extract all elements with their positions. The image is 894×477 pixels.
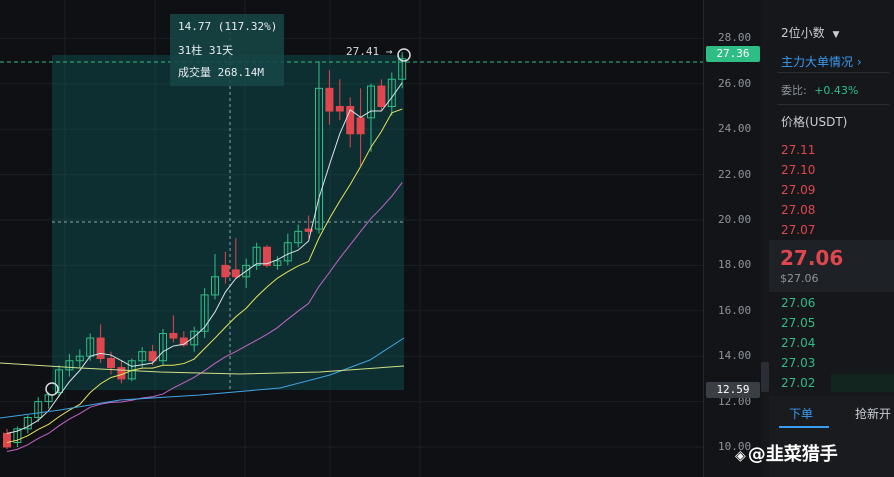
price-axis-tick: 14.00: [718, 349, 752, 363]
ask-price[interactable]: 27.08: [781, 203, 815, 217]
bid-depth-bar: [831, 374, 894, 392]
ask-price[interactable]: 27.07: [781, 223, 815, 237]
bid-price[interactable]: 27.05: [781, 316, 815, 330]
candle-body: [377, 85, 386, 107]
measure-change: 14.77 (117.32%): [178, 20, 278, 33]
precision-label: 2位小数: [781, 26, 825, 40]
candle-body: [169, 333, 178, 339]
range-low-tag: 12.59: [706, 382, 760, 398]
tab-grab-new[interactable]: 抢新开: [855, 405, 891, 422]
panel-resize-handle[interactable]: [761, 362, 769, 392]
watermark: ◈ @韭菜猎手: [735, 440, 838, 466]
measure-tooltip: 14.77 (117.32%) 31柱 31天 成交量 268.14M: [170, 14, 284, 86]
peak-price-label: 27.41 →: [346, 45, 393, 58]
main-orders-link[interactable]: 主力大单情况 ›: [781, 53, 862, 70]
order-book-panel: 2位小数 ▼ 主力大单情况 › 委比: +0.43% 价格(USDT) 27.1…: [769, 0, 894, 477]
price-axis-tick: 20.00: [718, 213, 752, 226]
candle-body: [107, 357, 115, 369]
ratio-value: +0.43%: [814, 84, 859, 97]
ratio-label: 委比:: [781, 84, 807, 97]
candle-body: [96, 337, 105, 359]
measure-bars: 31柱 31天: [178, 44, 234, 57]
price-axis-tick: 28.00: [718, 31, 752, 45]
active-tab-indicator: [779, 426, 829, 428]
ask-price[interactable]: 27.10: [781, 163, 815, 177]
price-axis-tick: 16.00: [718, 303, 752, 317]
price-axis-tick: 26.00: [718, 76, 752, 90]
price-axis[interactable]: 28.00 26.00 24.00 22.00 20.00 18.00 16.00 14.00…: [703, 0, 762, 477]
bid-price[interactable]: 27.04: [781, 336, 815, 350]
ask-price[interactable]: 27.09: [781, 183, 815, 197]
chevron-down-icon: ▼: [832, 30, 840, 40]
candle-body: [325, 87, 334, 112]
chart-area[interactable]: 14.77 (117.32%) 31柱 31天 成交量 268.14M 27.4…: [0, 0, 703, 477]
candle-body: [148, 351, 157, 362]
last-price: 27.06: [780, 246, 844, 270]
last-price-usd: $27.06: [780, 272, 819, 285]
price-axis-tick: 24.00: [718, 122, 752, 136]
price-column-header: 价格(USDT): [781, 115, 848, 129]
candle-body: [335, 106, 344, 112]
precision-selector[interactable]: 2位小数 ▼: [781, 24, 839, 41]
measure-volume: 成交量 268.14M: [178, 66, 264, 79]
tab-order[interactable]: 下单: [789, 405, 813, 422]
price-axis-tick: 18.00: [718, 258, 752, 272]
divider: [777, 104, 889, 105]
chevron-right-icon: ›: [856, 55, 862, 69]
panel-divider: [761, 0, 769, 477]
ask-price[interactable]: 27.11: [781, 143, 815, 157]
main-orders-label: 主力大单情况: [781, 55, 854, 69]
candlestick-chart[interactable]: [0, 0, 703, 477]
bid-price[interactable]: 27.02: [781, 376, 815, 390]
last-price-box: 27.06 $27.06: [769, 240, 894, 292]
watermark-text: @韭菜猎手: [747, 444, 838, 465]
candle-body: [3, 432, 11, 448]
candle-body: [231, 269, 240, 278]
bid-price[interactable]: 27.03: [781, 356, 815, 370]
binance-logo-icon: ◈: [735, 448, 746, 464]
candle-body: [221, 264, 230, 278]
candle-body: [356, 117, 365, 135]
current-price-tag: 27.36: [706, 46, 760, 62]
bid-price[interactable]: 27.06: [781, 296, 815, 310]
divider: [777, 72, 889, 73]
price-axis-tick: 22.00: [718, 167, 752, 181]
